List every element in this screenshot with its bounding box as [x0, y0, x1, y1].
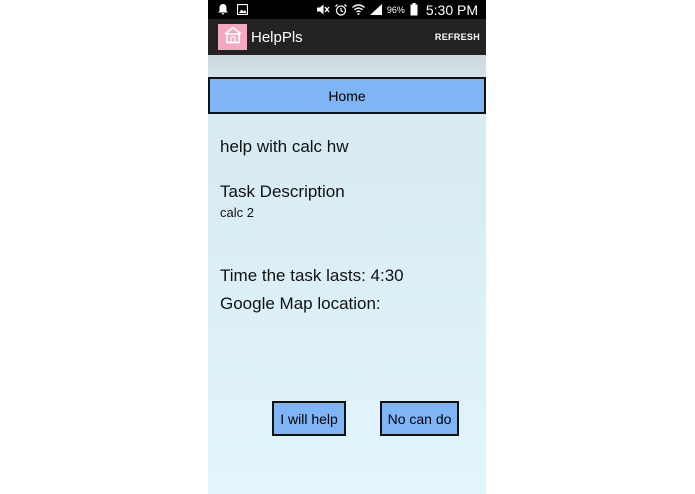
status-time: 5:30 PM	[425, 1, 478, 18]
mute-icon	[316, 4, 330, 15]
app-title: HelpPls	[251, 28, 303, 46]
will-help-button[interactable]: I will help	[272, 401, 346, 436]
no-can-do-button[interactable]: No can do	[380, 401, 459, 436]
phone-screen: 96% 5:30 PM HelpPls REFRESH Home help wi…	[208, 0, 486, 494]
action-bar-shadow	[208, 55, 486, 77]
refresh-button[interactable]: REFRESH	[435, 32, 480, 42]
home-button[interactable]: Home	[208, 77, 486, 114]
app-logo	[218, 24, 247, 50]
wifi-icon	[351, 4, 365, 15]
map-location-label: Google Map location:	[220, 294, 381, 313]
status-bar: 96% 5:30 PM	[208, 0, 486, 19]
task-description-heading: Task Description	[220, 182, 345, 201]
alarm-icon	[334, 3, 347, 16]
house-icon	[223, 25, 243, 49]
battery-percent: 96%	[386, 4, 405, 15]
task-duration: Time the task lasts: 4:30	[220, 266, 404, 285]
signal-icon	[369, 4, 382, 15]
notification-icon	[218, 4, 228, 15]
task-description: calc 2	[220, 205, 254, 220]
task-title: help with calc hw	[220, 137, 349, 156]
battery-icon	[410, 3, 418, 16]
action-bar: HelpPls REFRESH	[208, 19, 486, 55]
image-notification-icon	[237, 4, 248, 15]
